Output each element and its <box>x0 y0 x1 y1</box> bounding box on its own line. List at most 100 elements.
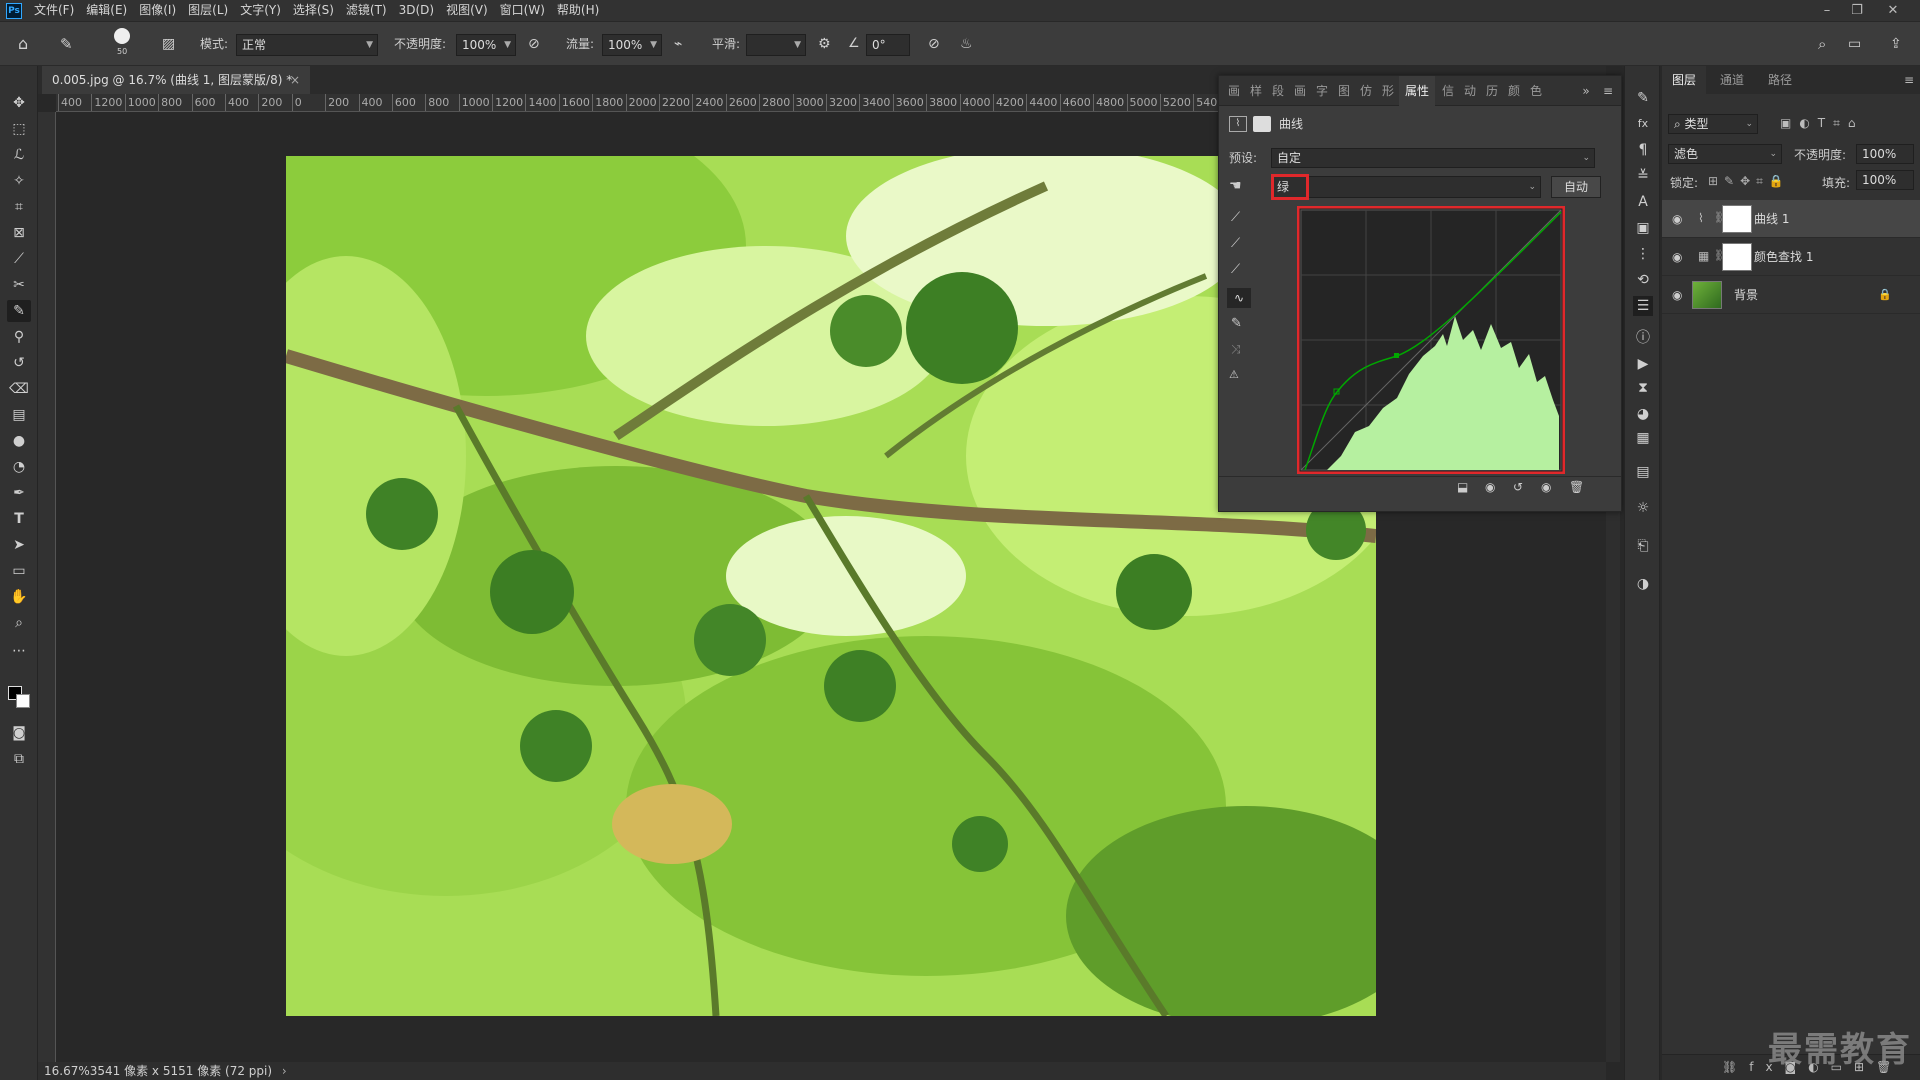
properties-icon[interactable]: ☰ <box>1633 296 1653 316</box>
document-image[interactable] <box>286 156 1376 1016</box>
curves-graph[interactable] <box>1297 206 1565 474</box>
brush-tool-icon[interactable]: ✎ <box>7 300 31 322</box>
visibility-eye-icon[interactable]: ◉ <box>1541 480 1551 494</box>
layer-opacity-field[interactable]: 100% <box>1856 144 1914 164</box>
reset-icon[interactable]: ↺ <box>1513 480 1523 494</box>
tab-properties[interactable]: 属性 <box>1399 76 1435 106</box>
export-icon[interactable]: ⎗ <box>1633 536 1653 556</box>
lasso-tool-icon[interactable]: ℒ <box>7 144 31 166</box>
black-point-eyedropper-icon[interactable]: ⟋ <box>1231 210 1240 225</box>
eye-icon[interactable]: ◉ <box>1672 288 1682 302</box>
curves-adjustment-icon[interactable]: ⌇ <box>1229 116 1247 132</box>
angle-field[interactable]: 0° <box>866 34 910 56</box>
notes-icon[interactable]: ▤ <box>1633 462 1653 482</box>
tab-shapes[interactable]: 形 <box>1377 76 1399 106</box>
brush-settings-icon[interactable]: ✎ <box>1633 88 1653 108</box>
tab-swatches[interactable]: 色 <box>1525 76 1547 106</box>
symmetry-icon[interactable]: ♨ <box>960 22 973 66</box>
quick-select-tool-icon[interactable]: ✧ <box>7 170 31 192</box>
clone-stamp-tool-icon[interactable]: ⚲ <box>7 326 31 348</box>
eye-icon[interactable]: ◉ <box>1672 250 1682 264</box>
restore-icon[interactable]: ❐ <box>1842 0 1872 21</box>
pressure-size-icon[interactable]: ⊘ <box>928 22 940 66</box>
tab-paths[interactable]: 路径 <box>1758 66 1802 94</box>
tab-image[interactable]: 图 <box>1333 76 1355 106</box>
clone-source-icon[interactable]: ⟲ <box>1633 270 1653 290</box>
pen-tool-icon[interactable]: ✒ <box>7 482 31 504</box>
close-window-icon[interactable]: ✕ <box>1878 0 1908 21</box>
character-icon[interactable]: A <box>1633 192 1653 212</box>
history-icon[interactable]: ⧗ <box>1633 378 1653 398</box>
healing-tool-icon[interactable]: ✂ <box>7 274 31 296</box>
view-previous-icon[interactable]: ◉ <box>1485 480 1495 494</box>
document-tab[interactable]: 0.005.jpg @ 16.7% (曲线 1, 图层蒙版/8) * × <box>42 66 310 94</box>
preset-select[interactable]: 自定 ⌄ <box>1271 148 1595 168</box>
layer-mask-thumbnail[interactable] <box>1722 205 1752 233</box>
navigator-icon[interactable]: ◑ <box>1633 574 1653 594</box>
tab-color[interactable]: 颜 <box>1503 76 1525 106</box>
tab-styles[interactable]: 样 <box>1245 76 1267 106</box>
paragraph-icon[interactable]: ¶ <box>1633 140 1653 160</box>
tab-clone-source[interactable]: 仿 <box>1355 76 1377 106</box>
menu-help[interactable]: 帮助(H) <box>551 0 605 21</box>
menu-3d[interactable]: 3D(D) <box>393 0 440 21</box>
history-brush-tool-icon[interactable]: ↺ <box>7 352 31 374</box>
clipping-warning-icon[interactable]: ⚠ <box>1229 368 1239 381</box>
dodge-tool-icon[interactable]: ◔ <box>7 456 31 478</box>
brush-preview-icon[interactable] <box>114 28 130 44</box>
panel-menu-icon[interactable]: ≡ <box>1894 66 1920 94</box>
panel-menu-icon[interactable]: ≡ <box>1597 76 1619 106</box>
workspace-icon[interactable]: ▭ <box>1848 22 1861 66</box>
adjust-sliders-icon[interactable]: ≚ <box>1633 166 1653 186</box>
blur-tool-icon[interactable]: ● <box>7 430 31 452</box>
search-icon[interactable]: ⌕ <box>1818 22 1826 66</box>
blend-mode-select[interactable]: 滤色 ⌄ <box>1668 144 1782 164</box>
airbrush-icon[interactable]: ⌁ <box>674 22 682 66</box>
channel-select[interactable]: 绿 ⌄ <box>1271 176 1541 198</box>
mask-icon[interactable] <box>1253 116 1271 132</box>
tab-brush-settings[interactable]: 画 <box>1289 76 1311 106</box>
chevron-right-icon[interactable]: › <box>282 1064 287 1078</box>
gear-icon[interactable]: ⚙ <box>818 22 831 66</box>
more-tools-icon[interactable]: ⋯ <box>7 640 31 662</box>
crop-tool-icon[interactable]: ⌗ <box>7 196 31 218</box>
path-select-tool-icon[interactable]: ➤ <box>7 534 31 556</box>
white-point-eyedropper-icon[interactable]: ⟋ <box>1231 262 1240 277</box>
smooth-curve-icon[interactable]: ⤨ <box>1231 342 1241 357</box>
image-icon[interactable]: ▣ <box>1633 218 1653 238</box>
menu-select[interactable]: 选择(S) <box>287 0 340 21</box>
hand-tool-icon[interactable]: ✋ <box>7 586 31 608</box>
type-tool-icon[interactable]: T <box>7 508 31 530</box>
screen-mode-icon[interactable]: ⧉ <box>7 748 31 770</box>
layer-row-curves[interactable]: ◉ ⌇ ⛓ 曲线 1 <box>1662 200 1920 238</box>
layer-row-color-lookup[interactable]: ◉ ▦ ⛓ 颜色查找 1 <box>1662 238 1920 276</box>
curve-point-tool-icon[interactable]: ∿ <box>1227 288 1251 308</box>
pencil-draw-icon[interactable]: ✎ <box>1231 316 1242 331</box>
align-icon[interactable]: ⋮ <box>1633 244 1653 264</box>
smoothing-field[interactable]: ▼ <box>746 34 806 56</box>
sun-adjust-icon[interactable]: ☼ <box>1633 498 1653 518</box>
info-icon[interactable]: ⓘ <box>1633 328 1653 348</box>
tab-history[interactable]: 历 <box>1481 76 1503 106</box>
tab-brushes[interactable]: 画 <box>1223 76 1245 106</box>
actions-play-icon[interactable]: ▶ <box>1633 354 1653 374</box>
layer-mask-thumbnail[interactable] <box>1722 243 1752 271</box>
menu-filter[interactable]: 滤镜(T) <box>340 0 393 21</box>
mode-select[interactable]: 正常 ▼ <box>236 34 378 56</box>
pressure-opacity-icon[interactable]: ⊘ <box>528 22 540 66</box>
tab-actions[interactable]: 动 <box>1459 76 1481 106</box>
filter-kind-select[interactable]: ⌕ 类型 ⌄ <box>1668 114 1758 134</box>
background-thumbnail[interactable] <box>1692 281 1722 309</box>
share-icon[interactable]: ⇪ <box>1890 22 1902 66</box>
minimize-icon[interactable]: – <box>1812 0 1842 21</box>
auto-button[interactable]: 自动 <box>1551 176 1601 198</box>
menu-image[interactable]: 图像(I) <box>133 0 182 21</box>
layer-row-background[interactable]: ◉ 背景 🔒 <box>1662 276 1920 314</box>
trash-icon[interactable]: 🗑 <box>1569 480 1584 494</box>
eraser-tool-icon[interactable]: ⌫ <box>7 378 31 400</box>
frame-tool-icon[interactable]: ⊠ <box>7 222 31 244</box>
target-adjust-hand-icon[interactable]: ☚ <box>1229 178 1242 194</box>
tab-layers[interactable]: 图层 <box>1662 66 1707 94</box>
marquee-tool-icon[interactable]: ⬚ <box>7 118 31 140</box>
tab-info[interactable]: 信 <box>1437 76 1459 106</box>
